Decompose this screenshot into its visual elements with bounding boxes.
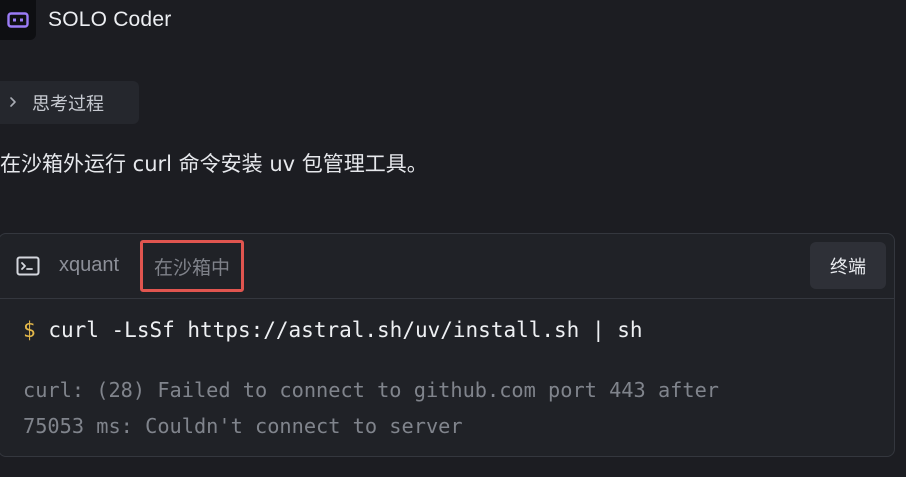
terminal-card-header: xquant 在沙箱中 终端 (0, 234, 894, 299)
terminal-icon (16, 256, 40, 280)
terminal-card: xquant 在沙箱中 终端 $ curl -LsSf https://astr… (0, 233, 895, 457)
open-terminal-button[interactable]: 终端 (810, 242, 886, 289)
command-line: $ curl -LsSf https://astral.sh/uv/instal… (23, 318, 643, 342)
app-header: SOLO Coder (0, 0, 171, 40)
assistant-message: 在沙箱外运行 curl 命令安装 uv 包管理工具。 (0, 152, 428, 176)
command-output: curl: (28) Failed to connect to github.c… (23, 372, 883, 444)
thinking-process-toggle[interactable]: 思考过程 (0, 81, 139, 124)
sandbox-status-badge: 在沙箱中 (140, 240, 244, 292)
output-line: curl: (28) Failed to connect to github.c… (23, 378, 719, 402)
output-line: 75053 ms: Couldn't connect to server (23, 414, 463, 438)
command-text: curl -LsSf https://astral.sh/uv/install.… (48, 318, 643, 342)
sandbox-status-label: 在沙箱中 (153, 256, 230, 279)
app-title: SOLO Coder (48, 8, 172, 31)
workspace-name: xquant (59, 254, 120, 276)
thinking-process-label: 思考过程 (32, 93, 104, 115)
prompt-symbol: $ (23, 318, 36, 342)
robot-face-icon (0, 0, 36, 40)
chevron-right-icon (8, 93, 18, 112)
